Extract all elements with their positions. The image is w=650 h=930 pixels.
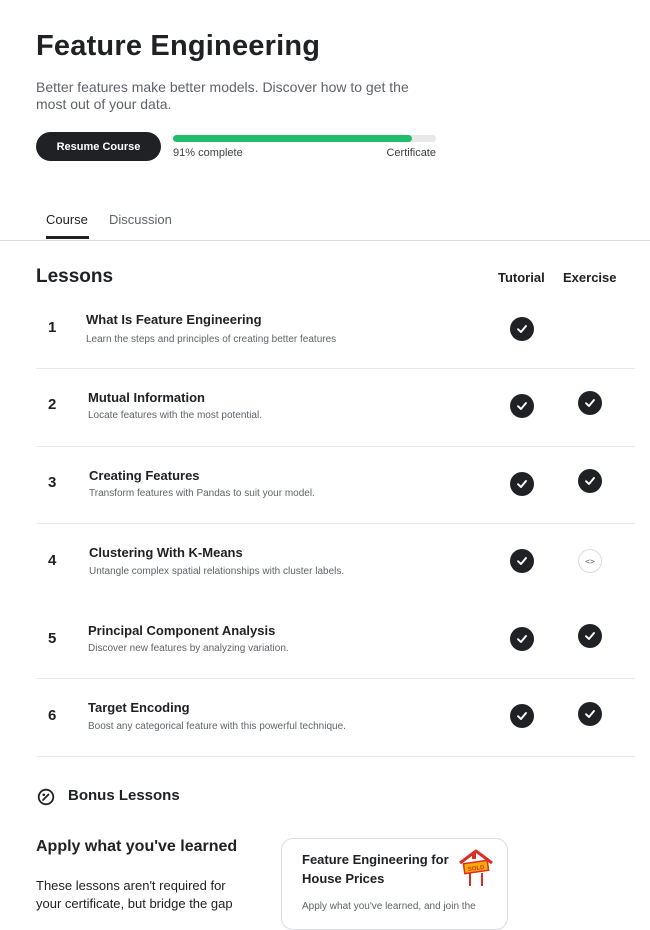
apply-description: These lessons aren't required for your c…	[36, 878, 233, 911]
bonus-icon	[37, 788, 55, 806]
bonus-lesson-card[interactable]: Feature Engineering for House Prices App…	[281, 838, 508, 930]
lesson-number: 1	[48, 319, 57, 336]
lesson-description: Untangle complex spatial relationships w…	[89, 566, 345, 577]
apply-heading: Apply what you've learned	[36, 838, 238, 855]
lesson-title[interactable]: Principal Component Analysis	[88, 623, 275, 638]
card-title: Feature Engineering for House Prices	[302, 852, 449, 886]
lessons-heading: Lessons	[36, 266, 114, 287]
tutorial-check-icon[interactable]	[510, 317, 534, 341]
tutorial-check-icon[interactable]	[510, 394, 534, 418]
bonus-lessons-heading: Bonus Lessons	[68, 787, 180, 804]
exercise-code-icon[interactable]: <>	[578, 549, 602, 573]
lesson-row: 6 Target Encoding Boost any categorical …	[36, 679, 635, 757]
active-tab-indicator	[46, 236, 89, 239]
lesson-title[interactable]: What Is Feature Engineering	[86, 312, 262, 327]
lesson-number: 3	[48, 474, 57, 491]
lesson-description: Learn the steps and principles of creati…	[86, 334, 337, 345]
tab-course[interactable]: Course	[46, 212, 88, 227]
certificate-label[interactable]: Certificate	[386, 147, 436, 159]
exercise-column-header: Exercise	[563, 270, 617, 285]
lesson-number: 6	[48, 707, 57, 724]
house-sold-sign-icon: SOLD	[459, 849, 493, 886]
exercise-check-icon[interactable]	[578, 391, 602, 415]
lesson-row: 1 What Is Feature Engineering Learn the …	[36, 291, 635, 369]
progress-label: 91% complete	[173, 147, 243, 159]
lesson-row: 5 Principal Component Analysis Discover …	[36, 601, 635, 679]
lesson-number: 5	[48, 630, 57, 647]
tab-bar: Course Discussion	[0, 200, 650, 241]
lesson-title[interactable]: Target Encoding	[88, 700, 190, 715]
progress-bar	[173, 135, 436, 142]
lesson-description: Boost any categorical feature with this …	[88, 721, 346, 732]
card-description: Apply what you've learned, and join the	[302, 901, 476, 912]
lesson-description: Discover new features by analyzing varia…	[88, 643, 289, 654]
lesson-description: Locate features with the most potential.	[88, 410, 262, 421]
exercise-check-icon[interactable]	[578, 469, 602, 493]
lesson-row: 4 Clustering With K-Means Untangle compl…	[36, 524, 635, 601]
lesson-title[interactable]: Clustering With K-Means	[89, 545, 243, 560]
course-title: Feature Engineering	[36, 30, 321, 62]
tutorial-check-icon[interactable]	[510, 549, 534, 573]
lesson-number: 4	[48, 552, 57, 569]
exercise-check-icon[interactable]	[578, 624, 602, 648]
tutorial-check-icon[interactable]	[510, 704, 534, 728]
tutorial-column-header: Tutorial	[498, 270, 545, 285]
lesson-number: 2	[48, 396, 57, 413]
progress-bar-fill	[173, 135, 413, 142]
lesson-row: 2 Mutual Information Locate features wit…	[36, 369, 635, 447]
course-subtitle: Better features make better models. Disc…	[36, 79, 409, 112]
lesson-title[interactable]: Creating Features	[89, 468, 200, 483]
lesson-title[interactable]: Mutual Information	[88, 390, 205, 405]
lesson-row: 3 Creating Features Transform features w…	[36, 446, 635, 524]
tab-discussion[interactable]: Discussion	[109, 212, 172, 227]
svg-text:SOLD: SOLD	[468, 865, 486, 873]
tutorial-check-icon[interactable]	[510, 472, 534, 496]
lesson-description: Transform features with Pandas to suit y…	[89, 488, 315, 499]
exercise-check-icon[interactable]	[578, 702, 602, 726]
resume-course-button[interactable]: Resume Course	[36, 132, 161, 161]
tutorial-check-icon[interactable]	[510, 627, 534, 651]
